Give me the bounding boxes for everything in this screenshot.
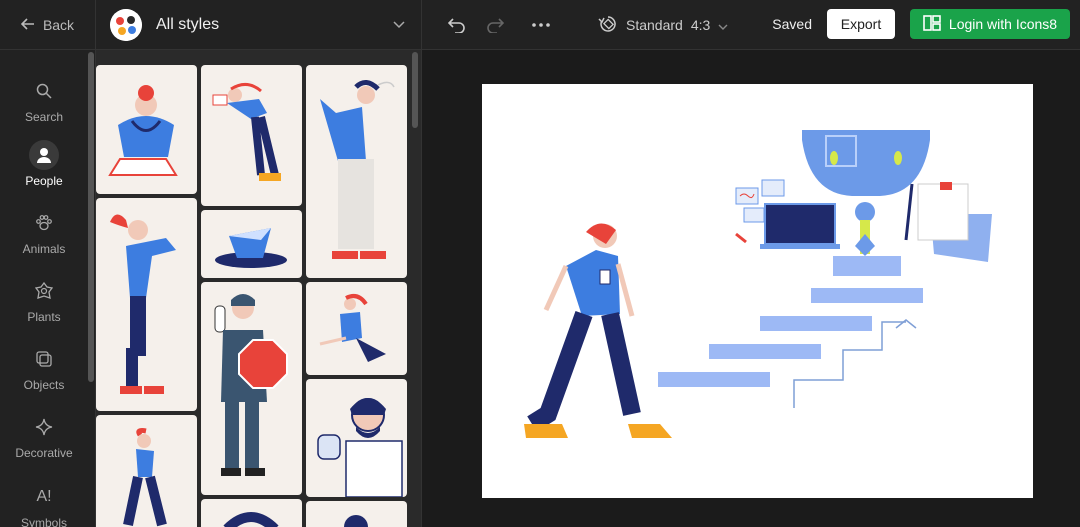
illustration-thumb[interactable]	[306, 379, 407, 497]
rail-label: Animals	[22, 242, 66, 256]
rail-item-search[interactable]: Search	[0, 76, 88, 124]
ratio-value: 4:3	[690, 17, 711, 33]
back-label: Back	[42, 17, 75, 33]
style-selector[interactable]: All styles	[96, 0, 422, 50]
stair-step	[833, 256, 901, 276]
stair-step	[709, 344, 821, 359]
back-button[interactable]: Back	[0, 0, 96, 50]
rail-item-symbols[interactable]: A! Symbols	[0, 482, 88, 527]
growth-arrow	[793, 321, 906, 408]
person-legs	[527, 310, 593, 432]
icons8-logo-icon	[923, 14, 941, 34]
styles-title: All styles	[156, 16, 220, 33]
objects-icon	[29, 344, 59, 374]
undo-button[interactable]	[440, 8, 474, 42]
chevron-down-icon	[718, 17, 728, 33]
laptop	[764, 203, 836, 245]
rail-item-decorative[interactable]: Decorative	[0, 412, 88, 460]
ratio-label: Standard	[626, 17, 683, 33]
more-options-button[interactable]	[524, 8, 558, 42]
styles-avatar-icon	[110, 9, 142, 41]
illustration-grid	[96, 50, 422, 527]
rail-item-animals[interactable]: Animals	[0, 208, 88, 256]
login-label: Login with Icons8	[948, 16, 1058, 32]
symbols-icon: A!	[36, 488, 52, 505]
illustration-thumb[interactable]	[201, 65, 302, 206]
rail-label: People	[25, 174, 63, 188]
artboard[interactable]	[482, 84, 1033, 498]
app: Back All styles Standard 4:3 Saved Expor…	[0, 0, 1080, 527]
stair-step	[658, 372, 770, 387]
redo-icon	[487, 18, 504, 33]
stair-step	[760, 316, 872, 331]
rail-label: Plants	[27, 310, 61, 324]
thumbnails-scrollbar[interactable]	[412, 52, 418, 128]
export-button[interactable]: Export	[827, 9, 895, 39]
illustration-thumb[interactable]	[96, 415, 197, 527]
illustration-thumb[interactable]	[201, 499, 302, 527]
login-button[interactable]: Login with Icons8	[910, 9, 1070, 39]
rail-item-plants[interactable]: Plants	[0, 276, 88, 324]
success-illustration	[524, 130, 992, 438]
illustration-thumb[interactable]	[306, 501, 407, 527]
illustration-thumb[interactable]	[306, 282, 407, 375]
rotate-icon	[598, 15, 618, 36]
chevron-down-icon	[393, 16, 405, 34]
illustration-thumb[interactable]	[96, 198, 197, 411]
illustration-thumb[interactable]	[201, 282, 302, 495]
rail-label: Decorative	[15, 446, 73, 460]
rail-label: Search	[24, 110, 64, 124]
rail-label: Symbols	[20, 516, 67, 527]
paw-icon	[29, 208, 59, 238]
person-icon	[29, 140, 59, 170]
editor-canvas	[422, 50, 1080, 527]
person-torso	[566, 250, 620, 316]
illustration-thumb[interactable]	[201, 210, 302, 278]
rail-scrollbar[interactable]	[88, 52, 94, 382]
aspect-ratio-selector[interactable]: Standard 4:3	[598, 15, 728, 36]
sparkle-icon	[29, 412, 59, 442]
flower-icon	[29, 276, 59, 306]
rail-label: Objects	[23, 378, 65, 392]
category-rail: Search People Animals Plants Objects Dec…	[0, 50, 96, 527]
search-icon	[29, 76, 59, 106]
rail-item-objects[interactable]: Objects	[0, 344, 88, 392]
redo-button[interactable]	[478, 8, 512, 42]
illustration-thumb[interactable]	[306, 65, 407, 278]
top-bar: Back All styles Standard 4:3 Saved Expor…	[0, 0, 1080, 50]
rail-item-people[interactable]: People	[0, 140, 88, 188]
illustration-thumb[interactable]	[96, 65, 197, 194]
arrow-left-icon	[20, 17, 35, 33]
undo-icon	[448, 18, 465, 33]
stair-step	[811, 288, 923, 303]
more-dots-icon	[532, 23, 550, 27]
saved-status: Saved	[772, 16, 812, 32]
